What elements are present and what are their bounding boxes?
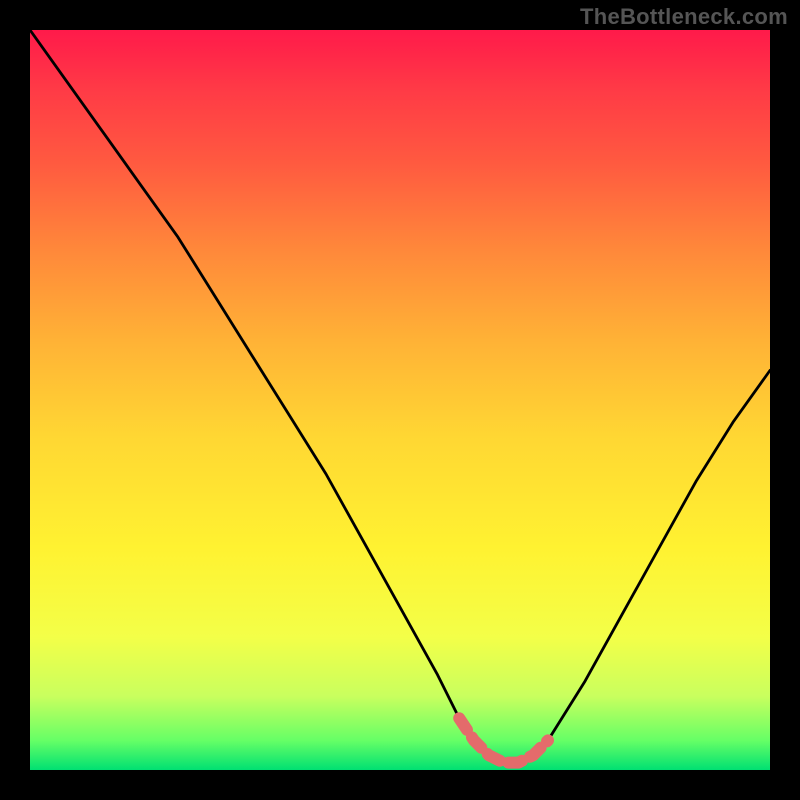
chart-frame: TheBottleneck.com bbox=[0, 0, 800, 800]
valley-highlight-path bbox=[459, 718, 548, 762]
bottleneck-curve-path bbox=[30, 30, 770, 763]
watermark-label: TheBottleneck.com bbox=[580, 4, 788, 30]
plot-area bbox=[30, 30, 770, 770]
curve-svg bbox=[30, 30, 770, 770]
